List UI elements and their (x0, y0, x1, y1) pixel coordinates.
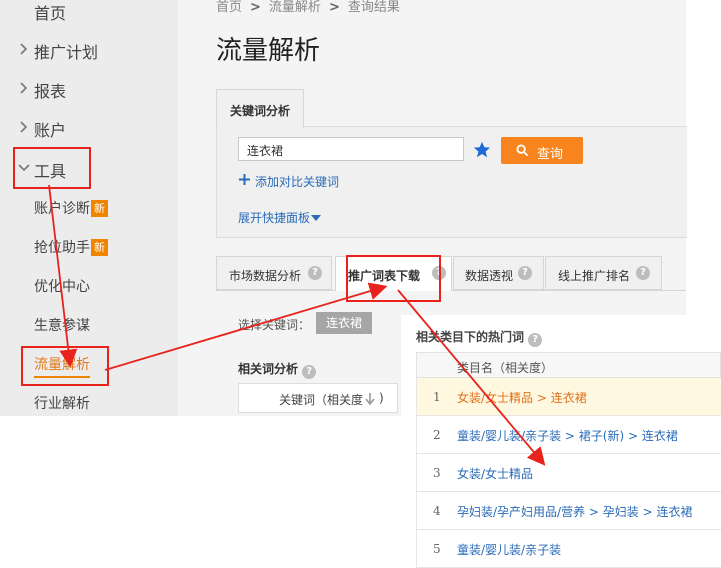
table-row[interactable]: 4 孕妇装/孕产妇用品/营养 > 孕妇装 > 连衣裙 (416, 492, 721, 530)
sidebar-subitem-industry-analysis[interactable]: 行业解析 (34, 393, 90, 413)
annotation-highlight-traffic (21, 346, 109, 386)
new-badge: 新 (91, 200, 108, 217)
related-analysis-heading: 相关词分析 ? (238, 360, 317, 379)
annotation-highlight-tools (13, 147, 91, 189)
sidebar-subitem-label: 抢位助手 (34, 240, 90, 256)
breadcrumb-separator-icon: > (328, 0, 340, 15)
keyword-input[interactable]: 连衣裙 (238, 137, 464, 161)
table-row[interactable]: 2 童装/婴儿装/亲子装 > 裙子(新) > 连衣裙 (416, 416, 721, 454)
chevron-right-icon (20, 121, 28, 133)
table-row[interactable]: 3 女装/女士精品 (416, 454, 721, 492)
breadcrumb-current: 查询结果 (347, 0, 400, 15)
help-icon[interactable]: ? (636, 266, 650, 280)
select-keyword-label: 选择关键词： (238, 318, 311, 332)
tab-market-data[interactable]: 市场数据分析? (216, 256, 332, 290)
sidebar-subitem-business-advisor[interactable]: 生意参谋 (34, 315, 90, 335)
help-icon[interactable]: ? (308, 266, 322, 280)
star-icon[interactable] (473, 141, 491, 159)
help-icon[interactable]: ? (528, 333, 543, 347)
sort-down-icon[interactable] (365, 393, 375, 405)
sidebar-subitem-optimization[interactable]: 优化中心 (34, 276, 90, 296)
expand-quick-panel-link[interactable]: 展开快捷面板 (238, 209, 322, 226)
sidebar-item-label: 推广计划 (34, 43, 99, 62)
sidebar-item-reports[interactable]: 报表 (0, 70, 178, 108)
sidebar-item-label: 报表 (34, 82, 67, 101)
sidebar-subitem-label: 优化中心 (34, 279, 90, 295)
breadcrumb-traffic[interactable]: 流量解析 (269, 0, 321, 15)
breadcrumb-home[interactable]: 首页 (216, 0, 242, 15)
sidebar-subitem-account-diagnosis[interactable]: 账户诊断新 (34, 198, 108, 218)
sidebar-item-campaigns[interactable]: 推广计划 (0, 31, 178, 69)
triangle-down-icon (311, 215, 322, 221)
help-icon[interactable]: ? (518, 266, 532, 280)
breadcrumb-separator-icon: > (250, 0, 261, 15)
annotation-highlight-download-tab (346, 255, 441, 302)
page-title: 流量解析 (216, 36, 321, 66)
chevron-right-icon (20, 43, 28, 55)
table-row[interactable]: 1 女装/女士精品 > 连衣裙 (416, 378, 721, 416)
search-icon (516, 144, 529, 157)
popup-table-header: 类目名（相关度） (416, 352, 721, 378)
table-row[interactable]: 5 童装/婴儿装/亲子装 (416, 530, 721, 568)
help-icon[interactable]: ? (302, 365, 317, 379)
selected-keyword-chip[interactable]: 连衣裙 (316, 312, 372, 334)
plus-icon (239, 174, 250, 185)
breadcrumb: 首页 > 流量解析 > 查询结果 (216, 0, 400, 15)
sidebar-item-label: 首页 (34, 4, 67, 23)
sidebar-item-label: 账户 (34, 121, 67, 140)
chevron-right-icon (20, 82, 28, 94)
add-compare-keyword-link[interactable]: 添加对比关键词 (255, 173, 339, 190)
sidebar-item-home[interactable]: 首页 (0, 0, 178, 30)
related-table-header: 关键词（相关度 ) (238, 383, 398, 413)
sidebar-subitem-label: 生意参谋 (34, 318, 90, 334)
sidebar-item-account[interactable]: 账户 (0, 109, 178, 147)
tab-online-ranking[interactable]: 线上推广排名? (545, 256, 662, 290)
query-button[interactable]: 查询 (501, 137, 583, 164)
new-badge: 新 (91, 239, 108, 256)
sidebar-subitem-label: 行业解析 (34, 396, 90, 412)
tab-data-pivot[interactable]: 数据透视? (453, 256, 544, 290)
sidebar-subitem-label: 账户诊断 (34, 201, 90, 217)
tab-keyword-analysis[interactable]: 关键词分析 (216, 89, 304, 128)
header-paren: ) (379, 391, 384, 405)
sidebar-subitem-bid-assistant[interactable]: 抢位助手新 (34, 237, 108, 257)
popup-title: 相关类目下的热门词 ? (416, 328, 543, 347)
